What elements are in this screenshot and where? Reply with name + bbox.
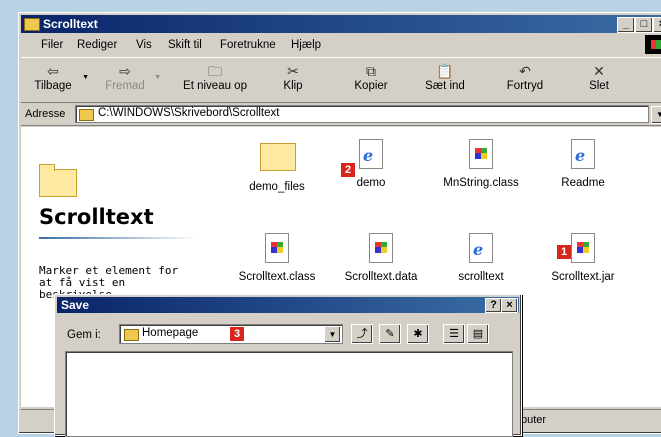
desktop-button[interactable]: ✎: [379, 324, 401, 344]
look-in-value: Homepage: [142, 327, 199, 339]
clipboard-icon: 📋: [436, 63, 454, 79]
up-folder-icon: 🗀: [208, 63, 222, 79]
details-view-button[interactable]: ▤: [467, 324, 489, 344]
file-item[interactable]: e scrolltext: [433, 231, 529, 283]
menu-edit[interactable]: Rediger: [77, 39, 117, 51]
undo-button[interactable]: ↶ Fortryd: [495, 62, 555, 92]
file-item[interactable]: Scrolltext.data: [333, 231, 429, 283]
file-item[interactable]: demo_files: [229, 137, 325, 193]
folder-icon: [124, 329, 139, 341]
back-arrow-icon: ⇦: [47, 63, 59, 79]
toolbar: ⇦ Tilbage ▼ ⇨ Fremad ▼ 🗀 Et niveau op ✂ Klip ⧉…: [21, 57, 661, 103]
menu-bar: Filer Rediger Vis Skift til Foretrukne H…: [21, 35, 661, 55]
address-dropdown-button[interactable]: ▼: [651, 106, 661, 124]
ie-document-icon: e: [359, 139, 383, 169]
dropdown-icon[interactable]: ▼: [82, 74, 89, 81]
menu-goto[interactable]: Skift til: [168, 39, 202, 51]
folder-icon: [260, 143, 296, 171]
minimize-button[interactable]: _: [617, 17, 635, 33]
dropdown-icon[interactable]: ▼: [154, 74, 161, 81]
undo-icon: ↶: [519, 63, 531, 79]
look-in-label: Gem i:: [67, 329, 101, 341]
copy-icon: ⧉: [366, 63, 376, 79]
delete-button[interactable]: ✕ Slet: [569, 62, 629, 92]
up-one-level-button[interactable]: ⤴: [351, 324, 373, 344]
window-title: Scrolltext: [43, 17, 98, 31]
file-item[interactable]: MnString.class: [433, 137, 529, 189]
folder-icon: [79, 109, 94, 121]
file-list[interactable]: [65, 351, 513, 437]
file-item[interactable]: Scrolltext.jar: [535, 231, 631, 283]
address-value: C:\WINDOWS\Skrivebord\Scrolltext: [98, 107, 280, 119]
delete-x-icon: ✕: [593, 63, 605, 79]
forward-arrow-icon: ⇨: [119, 63, 131, 79]
title-bar: Scrolltext _ □ ×: [21, 15, 661, 33]
menu-view[interactable]: Vis: [136, 39, 152, 51]
menu-help[interactable]: Hjælp: [291, 39, 321, 51]
file-item[interactable]: e Readme: [535, 137, 631, 189]
windows-logo-icon: [645, 35, 661, 54]
folder-icon: [24, 18, 40, 31]
dialog-title: Save: [61, 298, 90, 312]
save-dialog: Save ? × Gem i: Homepage 3 ▼ ⤴ ✎ ✱ ☰ ▤: [54, 294, 522, 437]
ie-document-icon: e: [571, 139, 595, 169]
dialog-close-button[interactable]: ×: [501, 298, 518, 313]
look-in-select[interactable]: Homepage 3 ▼: [119, 324, 343, 344]
maximize-button[interactable]: □: [635, 17, 653, 33]
list-view-button[interactable]: ☰: [443, 324, 465, 344]
new-folder-button[interactable]: ✱: [407, 324, 429, 344]
forward-button[interactable]: ⇨ Fremad ▼: [95, 62, 161, 92]
back-button[interactable]: ⇦ Tilbage ▼: [23, 62, 89, 92]
menu-file[interactable]: Filer: [41, 39, 63, 51]
callout-badge-3: 3: [230, 327, 244, 341]
file-item[interactable]: Scrolltext.class: [229, 231, 325, 283]
look-in-dropdown-icon[interactable]: ▼: [324, 326, 341, 343]
menu-favorites[interactable]: Foretrukne: [220, 39, 276, 51]
up-button[interactable]: 🗀 Et niveau op: [175, 62, 255, 92]
windows-file-icon: [369, 233, 393, 263]
address-label: Adresse: [25, 108, 66, 120]
address-bar: Adresse C:\WINDOWS\Skrivebord\Scrolltext…: [21, 103, 661, 126]
help-button[interactable]: ?: [485, 298, 502, 313]
dialog-title-bar: Save ? ×: [57, 297, 519, 313]
callout-badge-1: 1: [557, 245, 571, 259]
title-divider: [39, 237, 199, 239]
callout-badge-2: 2: [341, 163, 355, 177]
paste-button[interactable]: 📋 Sæt ind: [415, 62, 475, 92]
status-text: puter: [521, 414, 547, 426]
copy-button[interactable]: ⧉ Kopier: [341, 62, 401, 92]
ie-document-icon: e: [469, 233, 493, 263]
scissors-icon: ✂: [287, 63, 299, 79]
address-input[interactable]: C:\WINDOWS\Skrivebord\Scrolltext: [75, 105, 649, 123]
windows-file-icon: [265, 233, 289, 263]
windows-file-icon: [571, 233, 595, 263]
folder-title: Scrolltext: [39, 205, 154, 229]
folder-large-icon: [39, 164, 77, 197]
close-button[interactable]: ×: [653, 17, 661, 33]
windows-file-icon: [469, 139, 493, 169]
cut-button[interactable]: ✂ Klip: [263, 62, 323, 92]
file-item[interactable]: e demo: [323, 137, 419, 189]
